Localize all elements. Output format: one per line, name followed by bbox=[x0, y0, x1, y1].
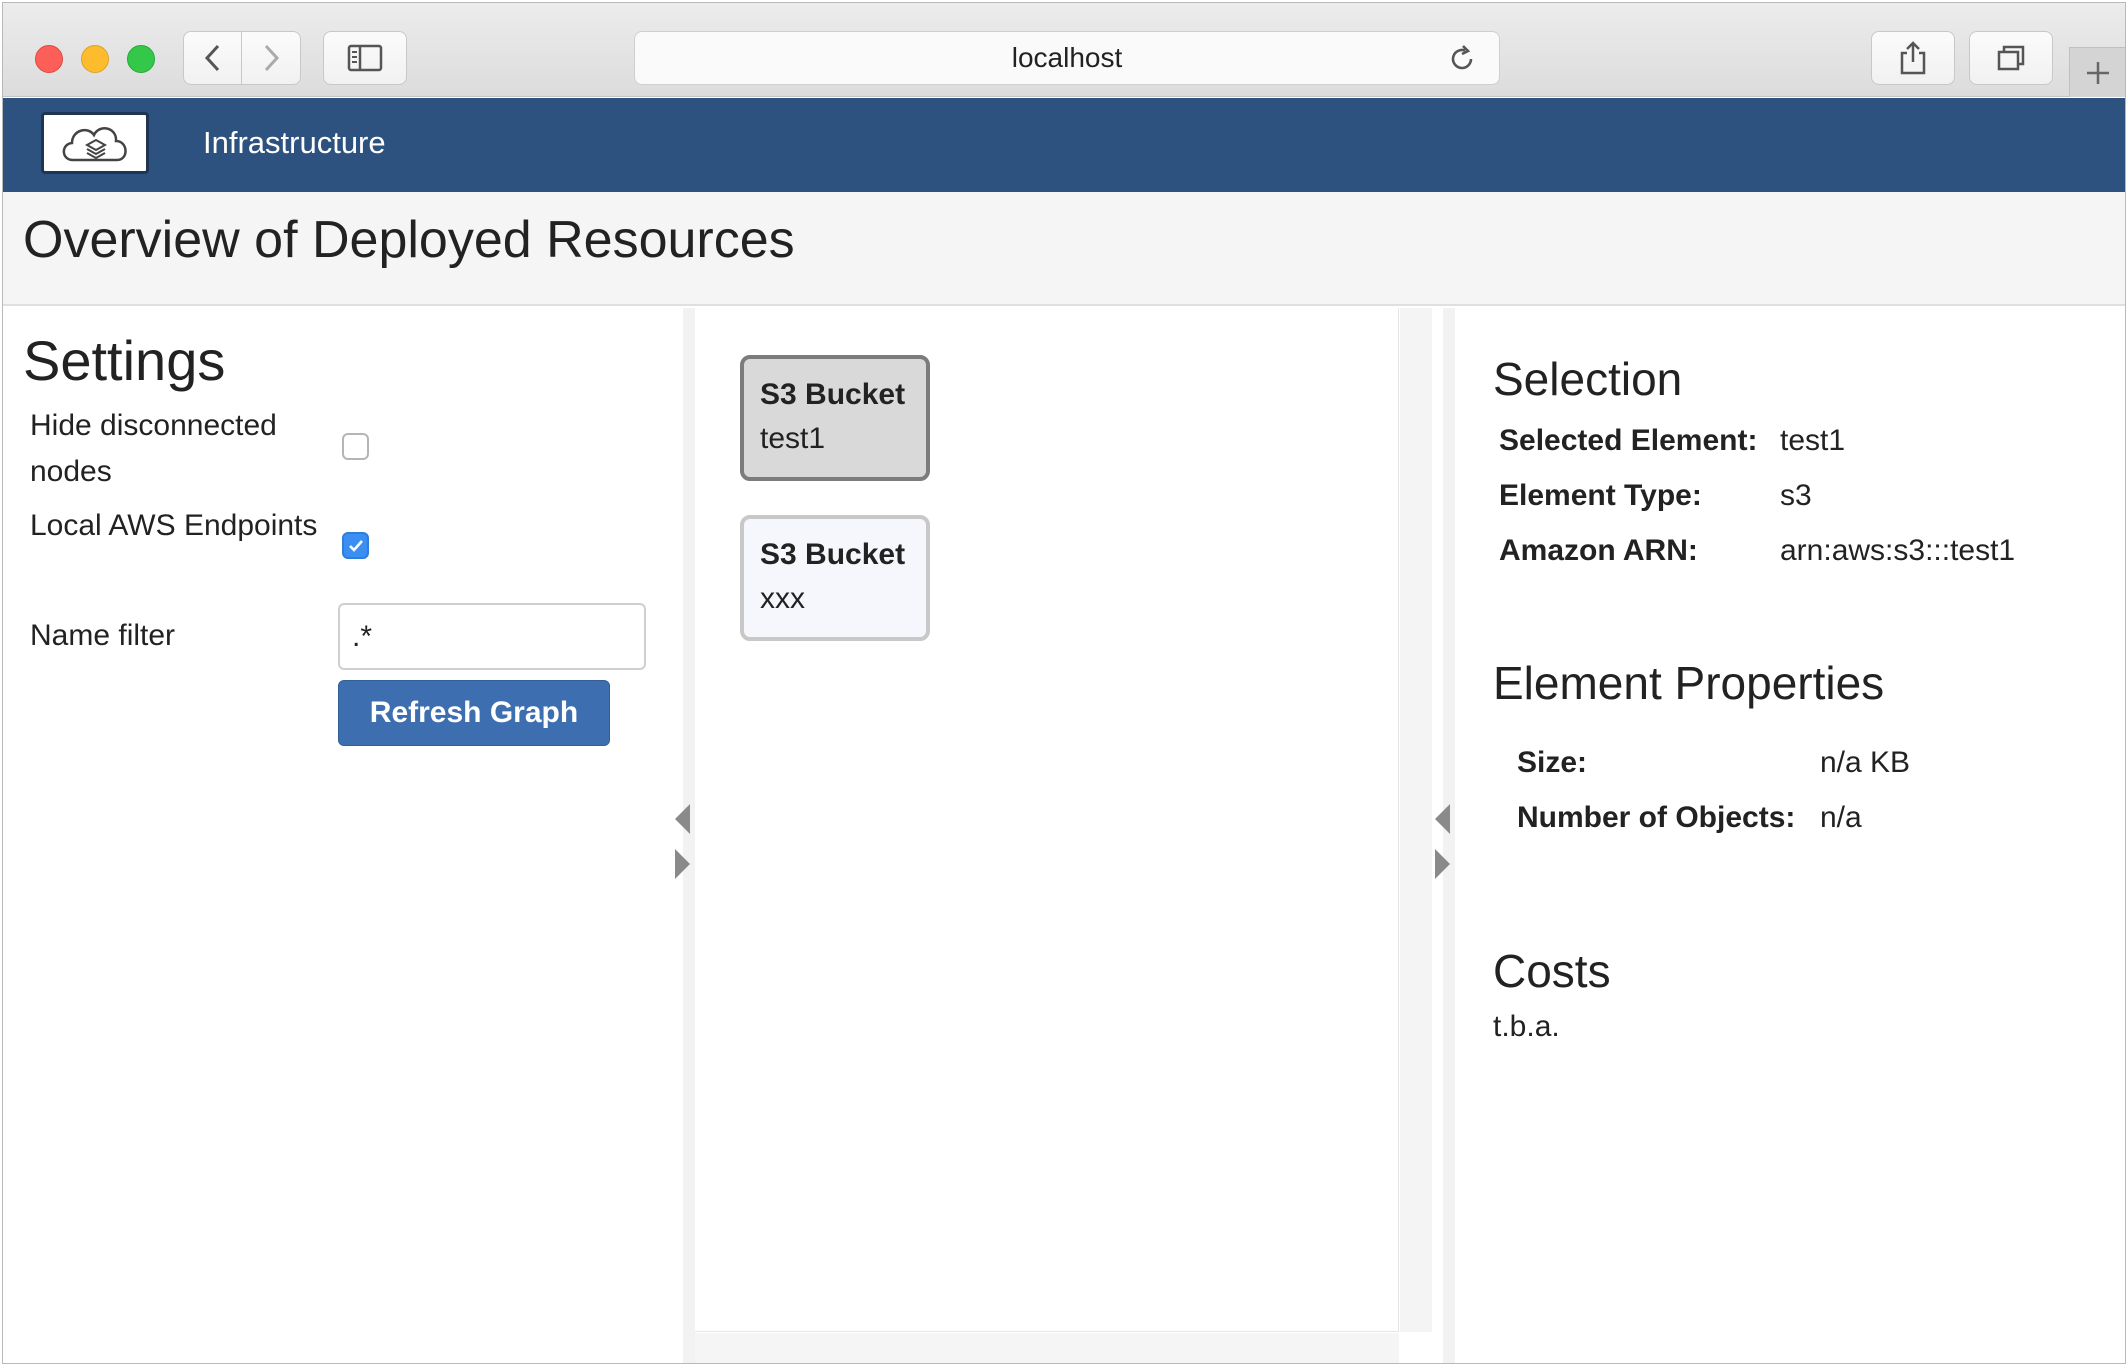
chevron-left-icon bbox=[204, 44, 219, 72]
expand-right-icon[interactable] bbox=[1435, 849, 1450, 879]
selected-element-key: Selected Element: bbox=[1499, 424, 1758, 457]
new-tab-button[interactable] bbox=[2069, 47, 2125, 97]
chevron-right-icon bbox=[264, 44, 280, 72]
object-count-value: n/a bbox=[1820, 801, 1862, 834]
graph-horizontal-scrollbar[interactable] bbox=[695, 1333, 1399, 1363]
minimize-window-button[interactable] bbox=[81, 45, 109, 73]
costs-title: Costs bbox=[1493, 945, 1611, 997]
size-value: n/a KB bbox=[1820, 746, 1911, 779]
app-header: Infrastructure bbox=[3, 98, 2125, 192]
tabs-icon bbox=[1997, 45, 2025, 71]
right-splitter[interactable] bbox=[1435, 308, 1455, 1363]
selection-title: Selection bbox=[1493, 353, 1683, 405]
name-filter-input[interactable] bbox=[338, 603, 646, 670]
size-key: Size: bbox=[1517, 746, 1588, 779]
node-type-label: S3 Bucket bbox=[760, 538, 906, 571]
expand-left-icon[interactable] bbox=[675, 849, 690, 879]
close-window-button[interactable] bbox=[35, 45, 63, 73]
hide-disconnected-checkbox[interactable] bbox=[342, 433, 369, 460]
collapse-right-icon[interactable] bbox=[1435, 804, 1450, 834]
graph-node-test1[interactable]: S3 Bucket test1 bbox=[740, 355, 930, 481]
node-name-label: test1 bbox=[760, 422, 826, 455]
element-type-value: s3 bbox=[1780, 479, 1812, 512]
history-nav bbox=[183, 31, 301, 85]
node-type-label: S3 Bucket bbox=[760, 378, 906, 411]
name-filter-label: Name filter bbox=[30, 619, 176, 652]
local-aws-checkbox[interactable] bbox=[342, 532, 369, 559]
browser-window: localhost Infrastructure Overview of Dep… bbox=[2, 2, 2126, 1364]
page-title-bar: Overview of Deployed Resources bbox=[3, 192, 2125, 306]
forward-button[interactable] bbox=[242, 31, 301, 85]
costs-value: t.b.a. bbox=[1493, 1010, 1560, 1043]
refresh-graph-button[interactable]: Refresh Graph bbox=[338, 680, 610, 746]
reload-icon[interactable] bbox=[1447, 44, 1477, 81]
element-properties-title: Element Properties bbox=[1493, 657, 1885, 709]
node-name-label: xxx bbox=[760, 582, 805, 615]
local-aws-label: Local AWS Endpoints bbox=[30, 509, 318, 542]
details-panel: Selection Selected Element: test1 Elemen… bbox=[1455, 308, 2125, 1363]
share-button[interactable] bbox=[1871, 31, 1955, 85]
plus-icon bbox=[2086, 61, 2109, 84]
sidebar-icon bbox=[347, 44, 383, 72]
page-title: Overview of Deployed Resources bbox=[23, 211, 795, 269]
settings-panel: Settings Hide disconnected nodes Local A… bbox=[3, 308, 683, 1363]
amazon-arn-value: arn:aws:s3:::test1 bbox=[1780, 534, 2016, 567]
app-brand-link[interactable]: Infrastructure bbox=[203, 125, 386, 161]
graph-node-xxx[interactable]: S3 Bucket xxx bbox=[740, 515, 930, 641]
share-icon bbox=[1900, 41, 1926, 75]
object-count-key: Number of Objects: bbox=[1517, 801, 1796, 834]
amazon-arn-key: Amazon ARN: bbox=[1499, 534, 1698, 567]
checkmark-icon bbox=[349, 540, 363, 552]
sidebar-toggle-button[interactable] bbox=[323, 31, 407, 85]
selected-element-value: test1 bbox=[1780, 424, 1846, 457]
graph-vertical-scrollbar[interactable] bbox=[1400, 308, 1432, 1332]
back-button[interactable] bbox=[183, 31, 242, 85]
graph-canvas[interactable]: S3 Bucket test1 S3 Bucket xxx bbox=[695, 308, 1399, 1332]
left-splitter[interactable] bbox=[675, 308, 695, 1363]
address-text: localhost bbox=[1011, 42, 1123, 73]
zoom-window-button[interactable] bbox=[127, 45, 155, 73]
hide-disconnected-label: Hide disconnected nodes bbox=[30, 409, 277, 488]
tabs-overview-button[interactable] bbox=[1969, 31, 2053, 85]
cloud-logo-icon[interactable] bbox=[41, 112, 149, 174]
address-bar[interactable]: localhost bbox=[634, 31, 1500, 85]
element-type-key: Element Type: bbox=[1499, 479, 1702, 512]
settings-title: Settings bbox=[23, 329, 226, 392]
browser-toolbar: localhost bbox=[3, 3, 2125, 97]
collapse-left-icon[interactable] bbox=[675, 804, 690, 834]
